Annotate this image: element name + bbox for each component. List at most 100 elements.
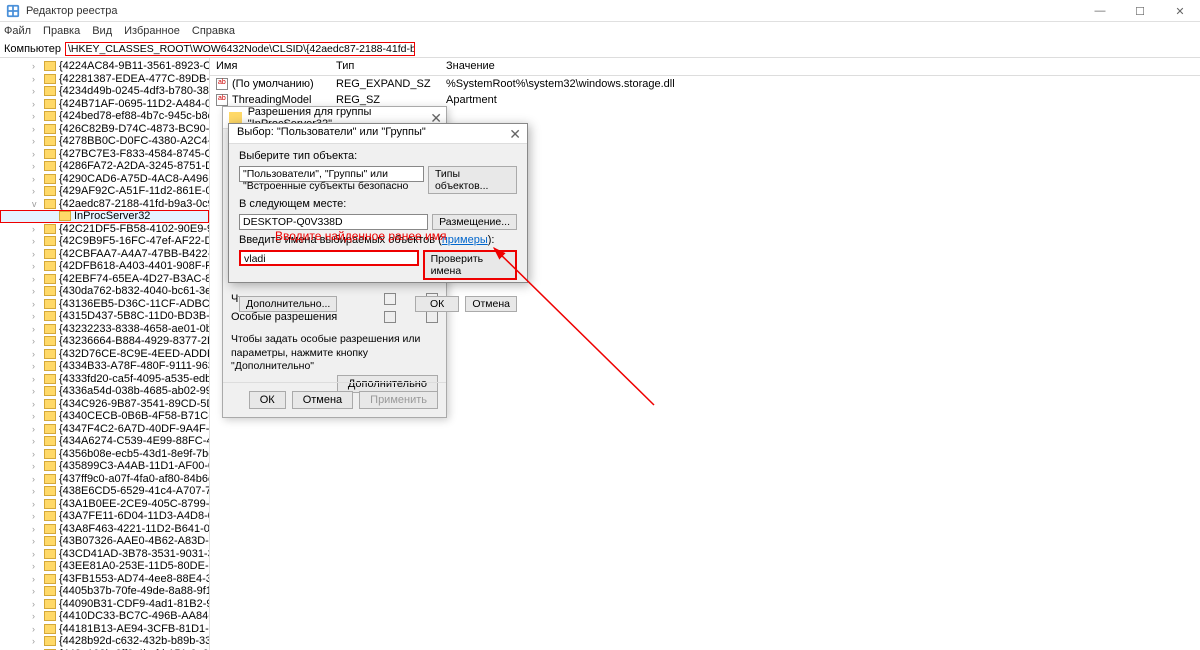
tree-item[interactable]: {435899C3-A4AB-11D1-AF00-080036234 xyxy=(0,460,209,473)
chevron-icon[interactable] xyxy=(32,111,35,121)
object-type-field[interactable]: "Пользователи", "Группы" или "Встроенные… xyxy=(239,166,424,182)
tree-item[interactable]: {42C21DF5-FB58-4102-90E9-96A213DC7 xyxy=(0,223,209,236)
tree-item[interactable]: {44090B31-CDF9-4ad1-81B2-983DBA835 xyxy=(0,598,209,611)
tree-item[interactable]: {43B07326-AAE0-4B62-A83D-5FD768B73 xyxy=(0,535,209,548)
chevron-icon[interactable] xyxy=(32,636,35,646)
advanced-button[interactable]: Дополнительно... xyxy=(239,296,337,312)
tree-item[interactable]: {44181B13-AE94-3CFB-81D1-37D5BFE792 xyxy=(0,623,209,636)
tree-item[interactable]: {42281387-EDEA-477C-89DB-6F7033D51 xyxy=(0,73,209,86)
chevron-icon[interactable] xyxy=(32,136,35,146)
object-types-button[interactable]: Типы объектов... xyxy=(428,166,517,194)
chevron-icon[interactable] xyxy=(32,236,35,246)
chevron-icon[interactable] xyxy=(32,424,35,434)
tree-item[interactable]: {430da762-b832-4040-bc61-3eeaa078e6 xyxy=(0,285,209,298)
tree-item[interactable]: {4290CAD6-A75D-4AC8-A496-56DBBB28 xyxy=(0,173,209,186)
tree-item[interactable]: {432D76CE-8C9E-4EED-ADDD-91737CF xyxy=(0,348,209,361)
list-row[interactable]: (По умолчанию) REG_EXPAND_SZ %SystemRoot… xyxy=(210,76,1200,92)
cancel-button[interactable]: Отмена xyxy=(292,391,353,409)
tree-item[interactable]: {43CD41AD-3B78-3531-9031-3059E0AA6 xyxy=(0,548,209,561)
tree-item[interactable]: {4347F4C2-6A7D-40DF-9A4F-C185317AF xyxy=(0,423,209,436)
tree-item[interactable]: {434C926-9B87-3541-89CD-5D7D40D259 xyxy=(0,398,209,411)
tree-item[interactable]: {42aedc87-2188-41fd-b9a3-0c966feabec xyxy=(0,198,209,211)
chevron-icon[interactable] xyxy=(32,199,37,209)
chevron-icon[interactable] xyxy=(32,324,35,334)
chevron-icon[interactable] xyxy=(32,299,35,309)
ok-button[interactable]: ОК xyxy=(249,391,286,409)
chevron-icon[interactable] xyxy=(32,174,35,184)
col-type[interactable]: Тип xyxy=(330,58,440,75)
tree-item[interactable]: {42CBFAA7-A4A7-47BB-B422-BD10E9D0 xyxy=(0,248,209,261)
chevron-icon[interactable] xyxy=(32,386,35,396)
object-names-input[interactable]: vladi xyxy=(239,250,419,266)
col-name[interactable]: Имя xyxy=(210,58,330,75)
chevron-icon[interactable] xyxy=(32,449,35,459)
maximize-button[interactable]: ☐ xyxy=(1120,0,1160,22)
tree-item[interactable]: {429AF92C-A51F-11d2-861E-00C04FA35C xyxy=(0,185,209,198)
chevron-icon[interactable] xyxy=(32,374,35,384)
chevron-icon[interactable] xyxy=(32,336,35,346)
apply-button[interactable]: Применить xyxy=(359,391,438,409)
chevron-icon[interactable] xyxy=(32,261,35,271)
tree-item[interactable]: {4428b92d-c632-432b-b89b-331a39a12ff xyxy=(0,635,209,648)
ok-button[interactable]: ОК xyxy=(415,296,459,312)
menu-view[interactable]: Вид xyxy=(92,25,112,37)
chevron-icon[interactable] xyxy=(32,586,35,596)
tree-item[interactable]: {4340CECB-0B6B-4F58-B71C-2B2177AE4 xyxy=(0,410,209,423)
chevron-icon[interactable] xyxy=(32,224,35,234)
tree-item[interactable]: {4356b08e-ecb5-43d1-8e9f-7bef4fc960fe xyxy=(0,448,209,461)
tree-item[interactable]: {4333fd20-ca5f-4095-a535-edb00455ce6 xyxy=(0,373,209,386)
chevron-icon[interactable] xyxy=(32,361,35,371)
close-icon[interactable]: ✕ xyxy=(509,126,521,143)
chevron-icon[interactable] xyxy=(32,349,35,359)
chevron-icon[interactable] xyxy=(32,499,35,509)
chevron-icon[interactable] xyxy=(32,536,35,546)
tree-item[interactable]: {4410DC33-BC7C-496B-AA84-4AEA3EEE xyxy=(0,610,209,623)
tree-item[interactable]: {4286FA72-A2DA-3245-8751-D4206D071 xyxy=(0,160,209,173)
chevron-icon[interactable] xyxy=(32,524,35,534)
tree-item[interactable]: {4405b37b-70fe-49de-8a88-9f17b8ba74ab xyxy=(0,585,209,598)
tree-item[interactable]: {43236664-B884-4929-8377-2DFD097F7B xyxy=(0,335,209,348)
location-field[interactable]: DESKTOP-Q0V338D xyxy=(239,214,428,230)
chevron-icon[interactable] xyxy=(32,74,35,84)
chevron-icon[interactable] xyxy=(32,474,35,484)
tree-item[interactable]: {42C9B9F5-16FC-47ef-AF22-DA05F7C84 xyxy=(0,235,209,248)
close-button[interactable]: ✕ xyxy=(1160,0,1200,22)
menu-edit[interactable]: Правка xyxy=(43,25,80,37)
chevron-icon[interactable] xyxy=(32,274,35,284)
chevron-icon[interactable] xyxy=(32,549,35,559)
tree-item[interactable]: {437ff9c0-a07f-4fa0-af80-84b6c6440a16 xyxy=(0,473,209,486)
chevron-icon[interactable] xyxy=(32,99,35,109)
chevron-icon[interactable] xyxy=(32,86,35,96)
chevron-icon[interactable] xyxy=(32,624,35,634)
tree-item[interactable]: {4278BB0C-D0FC-4380-A2C4-525B9A39F xyxy=(0,135,209,148)
chevron-icon[interactable] xyxy=(32,511,35,521)
chevron-icon[interactable] xyxy=(32,399,35,409)
tree-item[interactable]: {43A1B0EE-2CE9-405C-8799-12E7D7550 xyxy=(0,498,209,511)
chevron-icon[interactable] xyxy=(32,411,35,421)
tree-item[interactable]: {4334B33-A78F-480F-9111-9638AACCC xyxy=(0,360,209,373)
menu-file[interactable]: Файл xyxy=(4,25,31,37)
tree-item[interactable]: {43232233-8338-4658-ae01-0b4ae830b6bb xyxy=(0,323,209,336)
chevron-icon[interactable] xyxy=(32,436,35,446)
tree-item[interactable]: {426C82B9-D74C-4873-BC90-28FC7BE04 xyxy=(0,123,209,136)
tree-item[interactable]: {43A7FE11-6D04-11D3-A4D8-00C04F68A xyxy=(0,510,209,523)
tree-item[interactable]: {4234d49b-0245-4df3-b780-3893943456e xyxy=(0,85,209,98)
tree-item[interactable]: {427BC7E3-F833-4584-8745-CFAB9D7A5 xyxy=(0,148,209,161)
tree-item[interactable]: {43EE81A0-253E-11D5-80DE-0050DA1C7 xyxy=(0,560,209,573)
tree-item[interactable]: {424bed78-ef88-4b7c-945c-b8cf46d56e2 xyxy=(0,110,209,123)
registry-tree[interactable]: {4224AC84-9B11-3561-8923-C893CA77A{42281… xyxy=(0,58,210,650)
chevron-icon[interactable] xyxy=(32,186,35,196)
chevron-icon[interactable] xyxy=(32,249,35,259)
tree-item[interactable]: InProcServer32 xyxy=(0,210,209,223)
chevron-icon[interactable] xyxy=(32,124,35,134)
menu-help[interactable]: Справка xyxy=(192,25,235,37)
tree-item[interactable]: {4315D437-5B8C-11D0-BD3B-00A0C9110 xyxy=(0,310,209,323)
chevron-icon[interactable] xyxy=(32,311,35,321)
tree-item[interactable]: {43FB1553-AD74-4ee8-88E4-3E6EAAC91 xyxy=(0,573,209,586)
tree-item[interactable]: {42DFB618-A403-4401-908F-FE9798221 xyxy=(0,260,209,273)
menu-favorites[interactable]: Избранное xyxy=(124,25,180,37)
chevron-icon[interactable] xyxy=(32,461,35,471)
tree-item[interactable]: {434A6274-C539-4E99-88FC-44206D942 xyxy=(0,435,209,448)
tree-item[interactable]: {43136EB5-D36C-11CF-ADBC-00AA00A8 xyxy=(0,298,209,311)
tree-item[interactable]: {438E6CD5-6529-41c4-A707-7B3C92C05 xyxy=(0,485,209,498)
